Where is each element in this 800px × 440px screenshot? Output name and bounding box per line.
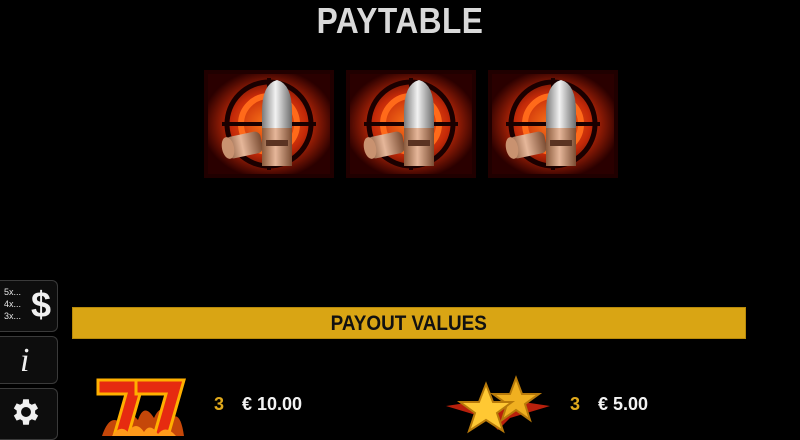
paytable-lines: 5x... 4x... 3x... [4, 286, 21, 322]
payout-count: 3 [570, 394, 581, 414]
payout-row: 3 € 10.00 [92, 372, 352, 436]
paytable-button[interactable]: 5x... 4x... 3x... $ [0, 280, 58, 332]
payout-count: 3 [214, 394, 225, 414]
paytable-line: 5x... [4, 287, 22, 297]
payout-values-banner: PAYOUT VALUES [72, 307, 746, 339]
payout-value: € 5.00 [598, 394, 649, 414]
settings-button[interactable] [0, 388, 58, 440]
page-title: PAYTABLE [316, 0, 484, 41]
gear-icon [13, 399, 39, 425]
info-button[interactable]: i [0, 336, 58, 384]
stars-icon [446, 375, 550, 434]
dollar-icon: $ [30, 284, 51, 325]
bullet-scope-symbol [204, 70, 334, 178]
bullet-scope-symbol [488, 70, 618, 178]
symbol-row [204, 70, 618, 180]
info-icon: i [20, 342, 30, 379]
paytable-line: 3x... [4, 311, 22, 321]
banner-label: PAYOUT VALUES [330, 312, 488, 335]
payout-row: 3 € 5.00 [446, 372, 706, 436]
payout-value: € 10.00 [242, 394, 303, 414]
bullet-scope-symbol [346, 70, 476, 178]
seven-icon [96, 378, 186, 436]
paytable-line: 4x... [4, 299, 22, 309]
